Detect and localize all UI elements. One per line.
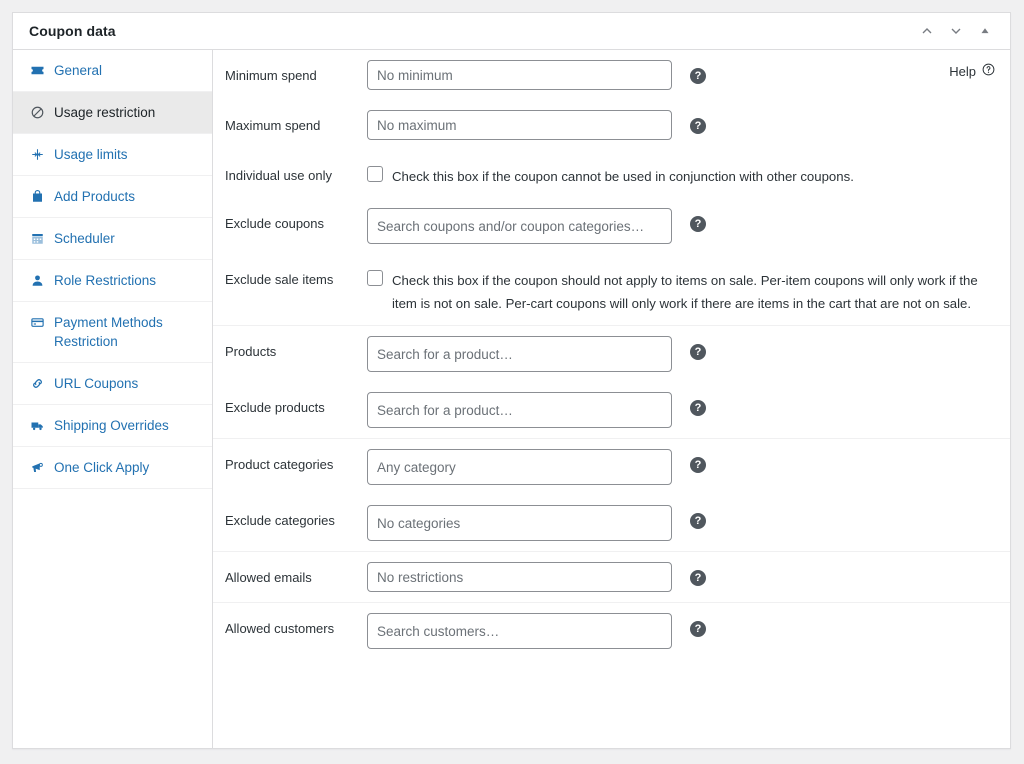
calendar-icon <box>29 229 45 248</box>
help-label: Help <box>949 63 976 79</box>
sidebar-item-label: Shipping Overrides <box>54 418 169 433</box>
individual-use-only-description: Check this box if the coupon cannot be u… <box>392 169 854 184</box>
products-help-icon[interactable]: ? <box>690 344 706 360</box>
sidebar-item-label: Usage restriction <box>54 105 156 120</box>
megaphone-icon <box>29 458 45 477</box>
exclude-categories-label: Exclude categories <box>225 513 335 528</box>
maximum-spend-help-icon[interactable]: ? <box>690 118 706 134</box>
minimum-spend-input[interactable] <box>367 60 672 90</box>
field-row-maximum-spend: Maximum spend ? <box>213 100 1010 150</box>
credit-card-icon <box>29 313 45 332</box>
sidebar-item-label: Role Restrictions <box>54 273 157 288</box>
exclude-categories-input[interactable] <box>367 505 672 541</box>
allowed-emails-label: Allowed emails <box>225 570 312 585</box>
panel-header-actions <box>913 18 998 45</box>
exclude-coupons-input[interactable] <box>367 208 672 244</box>
sidebar-item-usage-restriction[interactable]: Usage restriction <box>13 92 212 134</box>
field-row-minimum-spend: Minimum spend ? <box>213 50 1010 100</box>
coupon-data-panel: Coupon data General Usage restriction Us… <box>12 12 1011 749</box>
field-row-product-categories: Product categories ? <box>213 439 1010 495</box>
sidebar-item-scheduler[interactable]: Scheduler <box>13 218 212 260</box>
allowed-emails-help-icon[interactable]: ? <box>690 570 706 586</box>
sidebar-item-label: Add Products <box>54 189 136 204</box>
field-row-products: Products ? <box>213 326 1010 382</box>
shopping-bag-icon <box>29 187 45 206</box>
sidebar-item-label: Scheduler <box>54 231 115 246</box>
restriction-group-allowed-customers: Allowed customers ? <box>213 603 1010 659</box>
exclude-coupons-label: Exclude coupons <box>225 216 325 231</box>
product-categories-input[interactable] <box>367 449 672 485</box>
sidebar-item-add-products[interactable]: Add Products <box>13 176 212 218</box>
field-row-exclude-products: Exclude products ? <box>213 382 1010 438</box>
sidebar-item-label: Payment Methods Restriction <box>54 315 163 349</box>
maximum-spend-input[interactable] <box>367 110 672 140</box>
exclude-products-help-icon[interactable]: ? <box>690 400 706 416</box>
field-row-exclude-categories: Exclude categories ? <box>213 495 1010 551</box>
ticket-icon <box>29 61 45 80</box>
exclude-sale-items-checkbox[interactable] <box>367 270 383 286</box>
products-label: Products <box>225 344 277 359</box>
exclude-categories-help-icon[interactable]: ? <box>690 513 706 529</box>
block-icon <box>29 103 45 122</box>
field-row-allowed-emails: Allowed emails ? <box>213 552 1010 602</box>
page-title: Coupon data <box>29 23 116 39</box>
individual-use-only-checkbox[interactable] <box>367 166 383 182</box>
truck-icon <box>29 416 45 435</box>
restriction-group-allowed-emails: Allowed emails ? <box>213 552 1010 603</box>
usage-restriction-panel: Help Minimum spend ? <box>213 50 1010 748</box>
exclude-products-label: Exclude products <box>225 400 325 415</box>
sidebar-item-one-click-apply[interactable]: One Click Apply <box>13 447 212 489</box>
restriction-group-products: Products ? Exclude products ? <box>213 326 1010 439</box>
minimum-spend-help-icon[interactable]: ? <box>690 68 706 84</box>
products-input[interactable] <box>367 336 672 372</box>
field-row-individual-use-only: Individual use only Check this box if th… <box>213 150 1010 198</box>
product-categories-label: Product categories <box>225 457 334 472</box>
sidebar-item-label: General <box>54 63 103 78</box>
minimum-spend-label: Minimum spend <box>225 68 317 83</box>
sidebar-item-label: Usage limits <box>54 147 128 162</box>
product-categories-help-icon[interactable]: ? <box>690 457 706 473</box>
panel-body: General Usage restriction Usage limits A… <box>13 50 1010 748</box>
limits-icon <box>29 145 45 164</box>
exclude-coupons-help-icon[interactable]: ? <box>690 216 706 232</box>
user-icon <box>29 271 45 290</box>
maximum-spend-label: Maximum spend <box>225 118 321 133</box>
link-icon <box>29 374 45 393</box>
exclude-sale-items-description: Check this box if the coupon should not … <box>392 273 978 311</box>
sidebar-item-usage-limits[interactable]: Usage limits <box>13 134 212 176</box>
sidebar-item-url-coupons[interactable]: URL Coupons <box>13 363 212 405</box>
sidebar-item-role-restrictions[interactable]: Role Restrictions <box>13 260 212 302</box>
move-up-button[interactable] <box>913 18 940 45</box>
move-down-button[interactable] <box>942 18 969 45</box>
sidebar-item-payment-methods-restriction[interactable]: Payment Methods Restriction <box>13 302 212 363</box>
sidebar-item-shipping-overrides[interactable]: Shipping Overrides <box>13 405 212 447</box>
restriction-group-categories: Product categories ? Exclude categories … <box>213 439 1010 552</box>
sidebar-item-label: URL Coupons <box>54 376 139 391</box>
question-circle-outline-icon <box>981 62 996 80</box>
coupon-data-tabs: General Usage restriction Usage limits A… <box>13 50 213 748</box>
exclude-sale-items-label: Exclude sale items <box>225 272 334 287</box>
field-row-exclude-coupons: Exclude coupons ? <box>213 198 1010 254</box>
help-link[interactable]: Help <box>949 62 996 80</box>
sidebar-item-label: One Click Apply <box>54 460 150 475</box>
field-row-allowed-customers: Allowed customers ? <box>213 603 1010 659</box>
exclude-products-input[interactable] <box>367 392 672 428</box>
allowed-emails-input[interactable] <box>367 562 672 592</box>
individual-use-only-label: Individual use only <box>225 168 332 183</box>
field-row-exclude-sale-items: Exclude sale items Check this box if the… <box>213 254 1010 325</box>
allowed-customers-help-icon[interactable]: ? <box>690 621 706 637</box>
toggle-panel-button[interactable] <box>971 18 998 45</box>
restriction-group-general: Minimum spend ? Maximum spend ? Individu… <box>213 50 1010 326</box>
allowed-customers-input[interactable] <box>367 613 672 649</box>
panel-header: Coupon data <box>13 13 1010 50</box>
allowed-customers-label: Allowed customers <box>225 621 335 636</box>
sidebar-item-general[interactable]: General <box>13 50 212 92</box>
